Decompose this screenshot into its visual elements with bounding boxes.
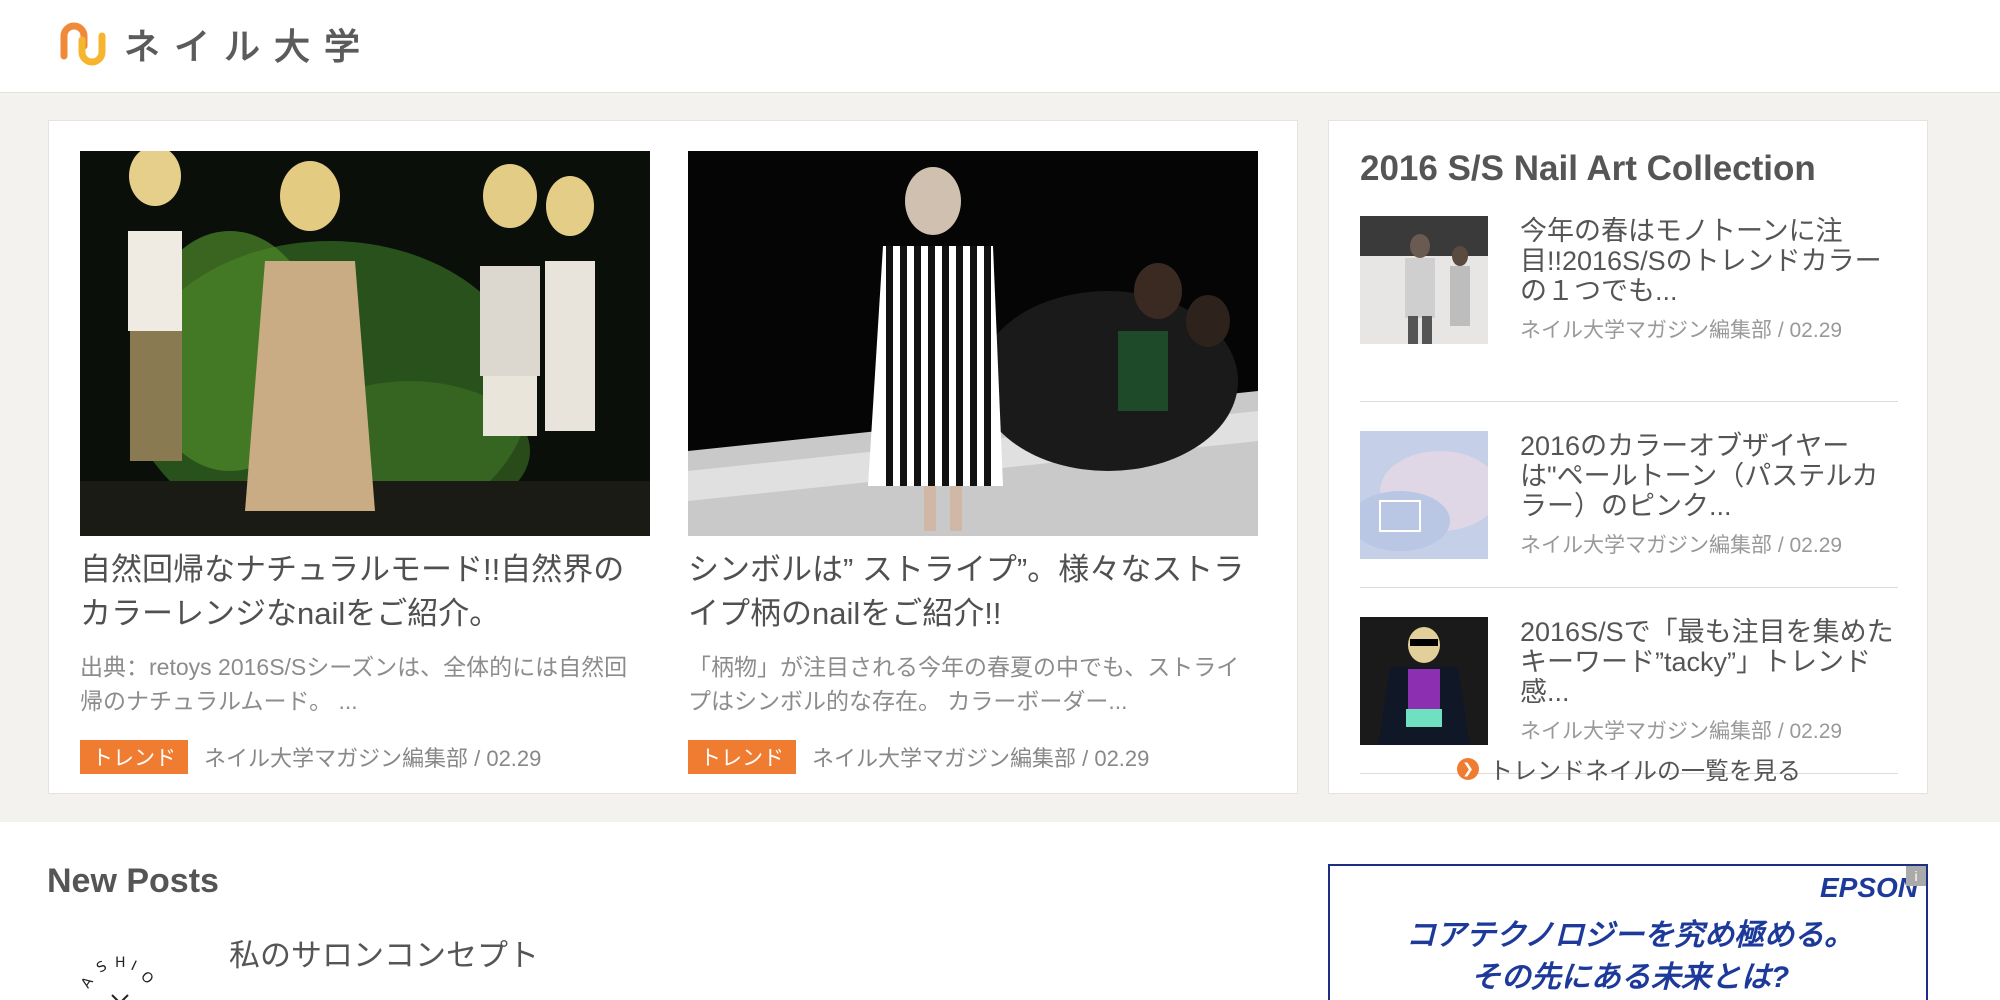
sidebar-article-text: 2016のカラーオブザイヤーは"ペールトーン（パステルカラー）のピンク... ネ…	[1520, 431, 1898, 587]
featured-title[interactable]: シンボルは” ストライプ”。様々なストライプ柄のnailをご紹介!!	[688, 548, 1258, 638]
fashion-logo-icon: A S H I O	[70, 937, 170, 1000]
sidebar-article-title[interactable]: 2016S/Sで「最も注目を集めたキーワード”tacky”」トレンド感...	[1520, 617, 1898, 711]
sidebar-article[interactable]: 2016のカラーオブザイヤーは"ペールトーン（パステルカラー）のピンク... ネ…	[1360, 402, 1898, 588]
author-date: ネイル大学マガジン編集部 / 02.29	[1520, 720, 1843, 743]
article-thumbnail[interactable]	[1360, 431, 1488, 559]
site-logo[interactable]: ネイル大学	[58, 18, 374, 70]
featured-image[interactable]	[80, 151, 650, 536]
new-posts-section: New Posts A S H I O 私のサロンコンセプト EPSON i コ…	[0, 822, 2000, 1000]
featured-meta-row: トレンド ネイル大学マガジン編集部 / 02.29	[80, 740, 650, 774]
featured-title[interactable]: 自然回帰なナチュラルモード!!自然界のカラーレンジなnailをご紹介。	[80, 548, 650, 638]
sidebar-article-text: 今年の春はモノトーンに注目!!2016S/Sのトレンドカラーの１つでも... ネ…	[1520, 216, 1898, 401]
site-header: ネイル大学	[0, 0, 2000, 93]
featured-article[interactable]: シンボルは” ストライプ”。様々なストライプ柄のnailをご紹介!! 「柄物」が…	[688, 151, 1258, 774]
ad-headline: コアテクノロジーを究め極める。	[1405, 919, 1855, 952]
sidebar-article[interactable]: 今年の春はモノトーンに注目!!2016S/Sのトレンドカラーの１つでも... ネ…	[1360, 216, 1898, 402]
runway-stripe-image	[688, 151, 1258, 536]
sidebar-heading: 2016 S/S Nail Art Collection	[1360, 149, 1816, 188]
ad-brand: EPSON	[1819, 872, 1918, 903]
post-avatar[interactable]: A S H I O	[70, 937, 170, 1000]
tacky-fashion-image	[1360, 617, 1488, 745]
logo-mark-icon	[60, 22, 106, 66]
advertisement-banner[interactable]: EPSON i コアテクノロジーを究め極める。 その先にある未来とは?	[1328, 864, 1928, 1000]
author-date: ネイル大学マガジン編集部 / 02.29	[204, 746, 542, 771]
runway-natural-image	[80, 151, 650, 536]
sidebar-article-title[interactable]: 今年の春はモノトーンに注目!!2016S/Sのトレンドカラーの１つでも...	[1520, 216, 1898, 310]
category-tag[interactable]: トレンド	[688, 740, 796, 774]
author-date: ネイル大学マガジン編集部 / 02.29	[1520, 534, 1843, 557]
featured-image[interactable]	[688, 151, 1258, 536]
new-post-title[interactable]: 私のサロンコンセプト	[229, 930, 539, 975]
featured-panel: 自然回帰なナチュラルモード!!自然界のカラーレンジなnailをご紹介。 出典：r…	[48, 120, 1298, 794]
collection-sidebar: 2016 S/S Nail Art Collection 今年の春はモノトーンに…	[1328, 120, 1928, 794]
ad-subheadline: その先にある未来とは?	[1470, 961, 1790, 994]
ad-info-icon[interactable]: i	[1906, 866, 1926, 886]
featured-excerpt: 出典：retoys 2016S/Sシーズンは、全体的には自然回帰のナチュラルムー…	[80, 654, 628, 714]
monotone-runway-image	[1360, 216, 1488, 344]
svg-text:H: H	[115, 955, 126, 971]
author-date: ネイル大学マガジン編集部 / 02.29	[1520, 319, 1843, 342]
new-posts-heading: New Posts	[47, 862, 219, 900]
author-date: ネイル大学マガジン編集部 / 02.29	[812, 746, 1150, 771]
category-tag[interactable]: トレンド	[80, 740, 188, 774]
featured-excerpt: 「柄物」が注目される今年の春夏の中でも、ストライプはシンボル的な存在。 カラーボ…	[688, 654, 1240, 714]
chevron-right-icon: ❯	[1457, 757, 1479, 780]
article-thumbnail[interactable]	[1360, 216, 1488, 344]
sidebar-article[interactable]: 2016S/Sで「最も注目を集めたキーワード”tacky”」トレンド感... ネ…	[1360, 588, 1898, 774]
view-all-trends-link[interactable]: ❯ トレンドネイルの一覧を見る	[1329, 751, 1929, 786]
logo-text: ネイル大学	[124, 26, 375, 67]
pale-tone-image	[1360, 431, 1488, 559]
article-thumbnail[interactable]	[1360, 617, 1488, 745]
view-all-label: トレンドネイルの一覧を見る	[1489, 758, 1801, 785]
sidebar-article-text: 2016S/Sで「最も注目を集めたキーワード”tacky”」トレンド感... ネ…	[1520, 617, 1898, 773]
featured-meta-row: トレンド ネイル大学マガジン編集部 / 02.29	[688, 740, 1258, 774]
featured-article[interactable]: 自然回帰なナチュラルモード!!自然界のカラーレンジなnailをご紹介。 出典：r…	[80, 151, 650, 774]
sidebar-article-title[interactable]: 2016のカラーオブザイヤーは"ペールトーン（パステルカラー）のピンク...	[1520, 431, 1898, 525]
sidebar-list: 今年の春はモノトーンに注目!!2016S/Sのトレンドカラーの１つでも... ネ…	[1360, 216, 1898, 774]
